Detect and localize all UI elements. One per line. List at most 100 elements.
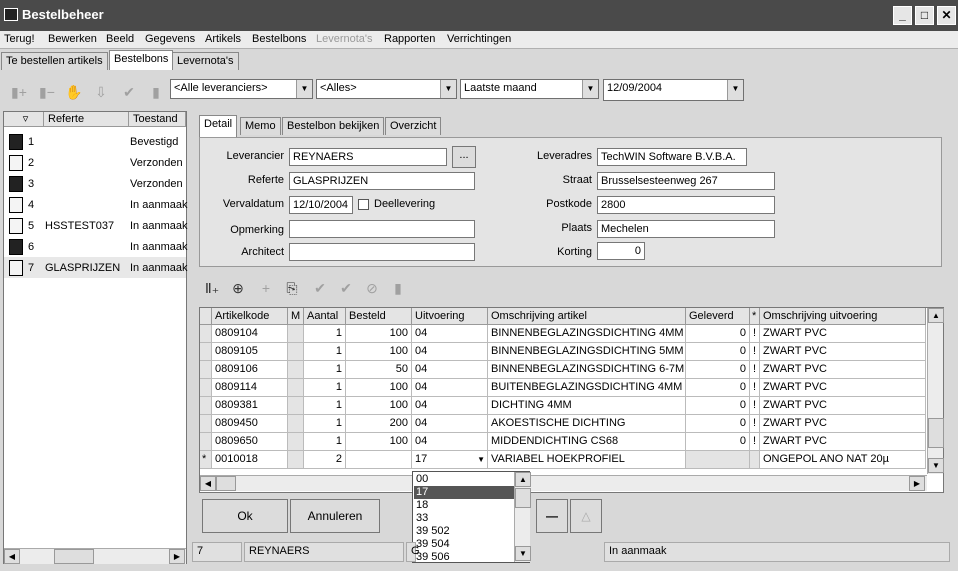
cancel-icon[interactable]: ⊘	[363, 279, 381, 297]
cell-artikelkode[interactable]: 0809105	[212, 343, 288, 361]
new-row-kode[interactable]: 0010018	[212, 451, 288, 469]
cell-omschrijving[interactable]: BINNENBEGLAZINGSDICHTING 5MM	[488, 343, 686, 361]
supplier-filter[interactable]: <Alle leveranciers> ▼	[170, 79, 313, 99]
menu-rapporten[interactable]: Rapporten	[384, 33, 435, 45]
cell-aantal[interactable]: 1	[304, 433, 346, 451]
cell-uitvoering[interactable]: 04	[412, 343, 488, 361]
header-besteld[interactable]: Besteld	[346, 308, 412, 325]
cell-uitvoering[interactable]: 04	[412, 379, 488, 397]
list-item[interactable]: 7 GLASPRIJZEN In aanmaak	[4, 257, 187, 278]
cell-geleverd[interactable]: 0	[686, 415, 750, 433]
cell-uitvoering[interactable]: 04	[412, 415, 488, 433]
cell-omschr-uitvoering[interactable]: ZWART PVC	[760, 379, 926, 397]
leveradres-field[interactable]: TechWIN Software B.V.B.A.	[597, 148, 747, 166]
list-item[interactable]: 2 Verzonden	[4, 152, 186, 173]
cell-artikelkode[interactable]: 0809104	[212, 325, 288, 343]
menu-artikels[interactable]: Artikels	[205, 33, 241, 45]
cell-besteld[interactable]: 100	[346, 379, 412, 397]
scroll-thumb[interactable]	[928, 418, 944, 448]
document-icon[interactable]: ▮	[389, 279, 407, 297]
tab-detail[interactable]: Detail	[199, 115, 238, 137]
dropdown-option[interactable]: 17	[414, 486, 514, 499]
remove-order-icon[interactable]: ▮−	[38, 83, 56, 101]
browse-button[interactable]: ...	[452, 146, 476, 168]
cell-aantal[interactable]: 1	[304, 415, 346, 433]
architect-field[interactable]	[289, 243, 475, 261]
dropdown-option[interactable]: 33	[414, 512, 514, 525]
leverancier-field[interactable]: REYNAERS	[289, 148, 447, 166]
tab-bestelbon-bekijken[interactable]: Bestelbon bekijken	[282, 117, 385, 135]
cell-geleverd[interactable]: 0	[686, 397, 750, 415]
ok-button[interactable]: Ok	[202, 499, 288, 533]
status-filter[interactable]: <Alles> ▼	[316, 79, 457, 99]
scroll-thumb[interactable]	[216, 476, 236, 491]
cell-artikelkode[interactable]: 0809650	[212, 433, 288, 451]
cell-omschrijving[interactable]: BINNENBEGLAZINGSDICHTING 4MM	[488, 325, 686, 343]
cell-aantal[interactable]: 1	[304, 343, 346, 361]
dropdown-option[interactable]: 18	[414, 499, 514, 512]
cell-omschrijving[interactable]: MIDDENDICHTING CS68	[488, 433, 686, 451]
list-horizontal-scrollbar[interactable]: ◀ ▶	[4, 548, 186, 564]
list-item[interactable]: 6 In aanmaak	[4, 236, 187, 257]
plaats-field[interactable]: Mechelen	[597, 220, 775, 238]
copy-icon[interactable]: ⎘	[283, 279, 301, 297]
tab-levernotas[interactable]: Levernota's	[172, 52, 239, 70]
add-order-icon[interactable]: ▮+	[10, 83, 28, 101]
sort-header[interactable]: ▿	[4, 112, 44, 127]
cell-artikelkode[interactable]: 0809114	[212, 379, 288, 397]
cell-flag[interactable]: !	[750, 343, 760, 361]
annuleren-button[interactable]: Annuleren	[290, 499, 380, 533]
cell-geleverd[interactable]: 0	[686, 433, 750, 451]
add-row-icon[interactable]: +	[257, 279, 275, 297]
list-item[interactable]: 1 Bevestigd	[4, 131, 186, 152]
header-aantal[interactable]: Aantal	[304, 308, 346, 325]
menu-bewerken[interactable]: Bewerken	[48, 33, 97, 45]
header-referte[interactable]: Referte	[44, 112, 129, 127]
cell-omschr-uitvoering[interactable]: ZWART PVC	[760, 433, 926, 451]
cell-besteld[interactable]: 100	[346, 433, 412, 451]
header-star[interactable]: *	[750, 308, 760, 325]
period-filter[interactable]: Laatste maand ▼	[460, 79, 599, 99]
header-artikelkode[interactable]: Artikelkode	[212, 308, 288, 325]
chevron-down-icon[interactable]: ▼	[477, 451, 485, 468]
header-toestand[interactable]: Toestand	[129, 112, 186, 127]
cell-flag[interactable]: !	[750, 361, 760, 379]
scroll-right-icon[interactable]: ▶	[169, 549, 185, 564]
new-row-omschr-uitvoering[interactable]: ONGEPOL ANO NAT 20µ	[760, 451, 926, 469]
scroll-down-icon[interactable]: ▼	[928, 458, 944, 473]
cell-artikelkode[interactable]: 0809450	[212, 415, 288, 433]
cell-flag[interactable]: !	[750, 433, 760, 451]
header-geleverd[interactable]: Geleverd	[686, 308, 750, 325]
cell-omschrijving[interactable]: DICHTING 4MM	[488, 397, 686, 415]
referte-field[interactable]: GLASPRIJZEN	[289, 172, 475, 190]
uitvoering-dropdown[interactable]: 17 ▼	[412, 451, 488, 469]
cell-omschr-uitvoering[interactable]: ZWART PVC	[760, 343, 926, 361]
header-m[interactable]: M	[288, 308, 304, 325]
cell-omschr-uitvoering[interactable]: ZWART PVC	[760, 325, 926, 343]
minimize-button[interactable]: _	[893, 6, 912, 25]
new-row-aantal[interactable]: 2	[304, 451, 346, 469]
import-icon[interactable]: ⇩	[92, 83, 110, 101]
cell-geleverd[interactable]: 0	[686, 343, 750, 361]
korting-field[interactable]: 0	[597, 242, 645, 260]
cell-uitvoering[interactable]: 04	[412, 325, 488, 343]
remove-line-button[interactable]: —	[536, 499, 568, 533]
cell-geleverd[interactable]: 0	[686, 379, 750, 397]
header-omschrijving-uitvoering[interactable]: Omschrijving uitvoering	[760, 308, 926, 325]
dropdown-option[interactable]: 39 502	[414, 525, 514, 538]
menu-bestelbons[interactable]: Bestelbons	[252, 33, 306, 45]
new-row-besteld[interactable]	[346, 451, 412, 469]
menu-beeld[interactable]: Beeld	[106, 33, 134, 45]
checkmark-icon[interactable]: ✔	[311, 279, 329, 297]
cell-besteld[interactable]: 100	[346, 397, 412, 415]
cell-artikelkode[interactable]: 0809381	[212, 397, 288, 415]
list-item[interactable]: 4 In aanmaak	[4, 194, 187, 215]
date-picker[interactable]: 12/09/2004 ▼	[603, 79, 744, 101]
list-item[interactable]: 5 HSSTEST037 In aanmaak	[4, 215, 187, 236]
scroll-thumb[interactable]	[515, 488, 531, 508]
cell-besteld[interactable]: 200	[346, 415, 412, 433]
double-check-icon[interactable]: ✔	[337, 279, 355, 297]
cell-omschr-uitvoering[interactable]: ZWART PVC	[760, 361, 926, 379]
maximize-button[interactable]: □	[915, 6, 934, 25]
dropdown-option[interactable]: 00	[414, 473, 514, 486]
